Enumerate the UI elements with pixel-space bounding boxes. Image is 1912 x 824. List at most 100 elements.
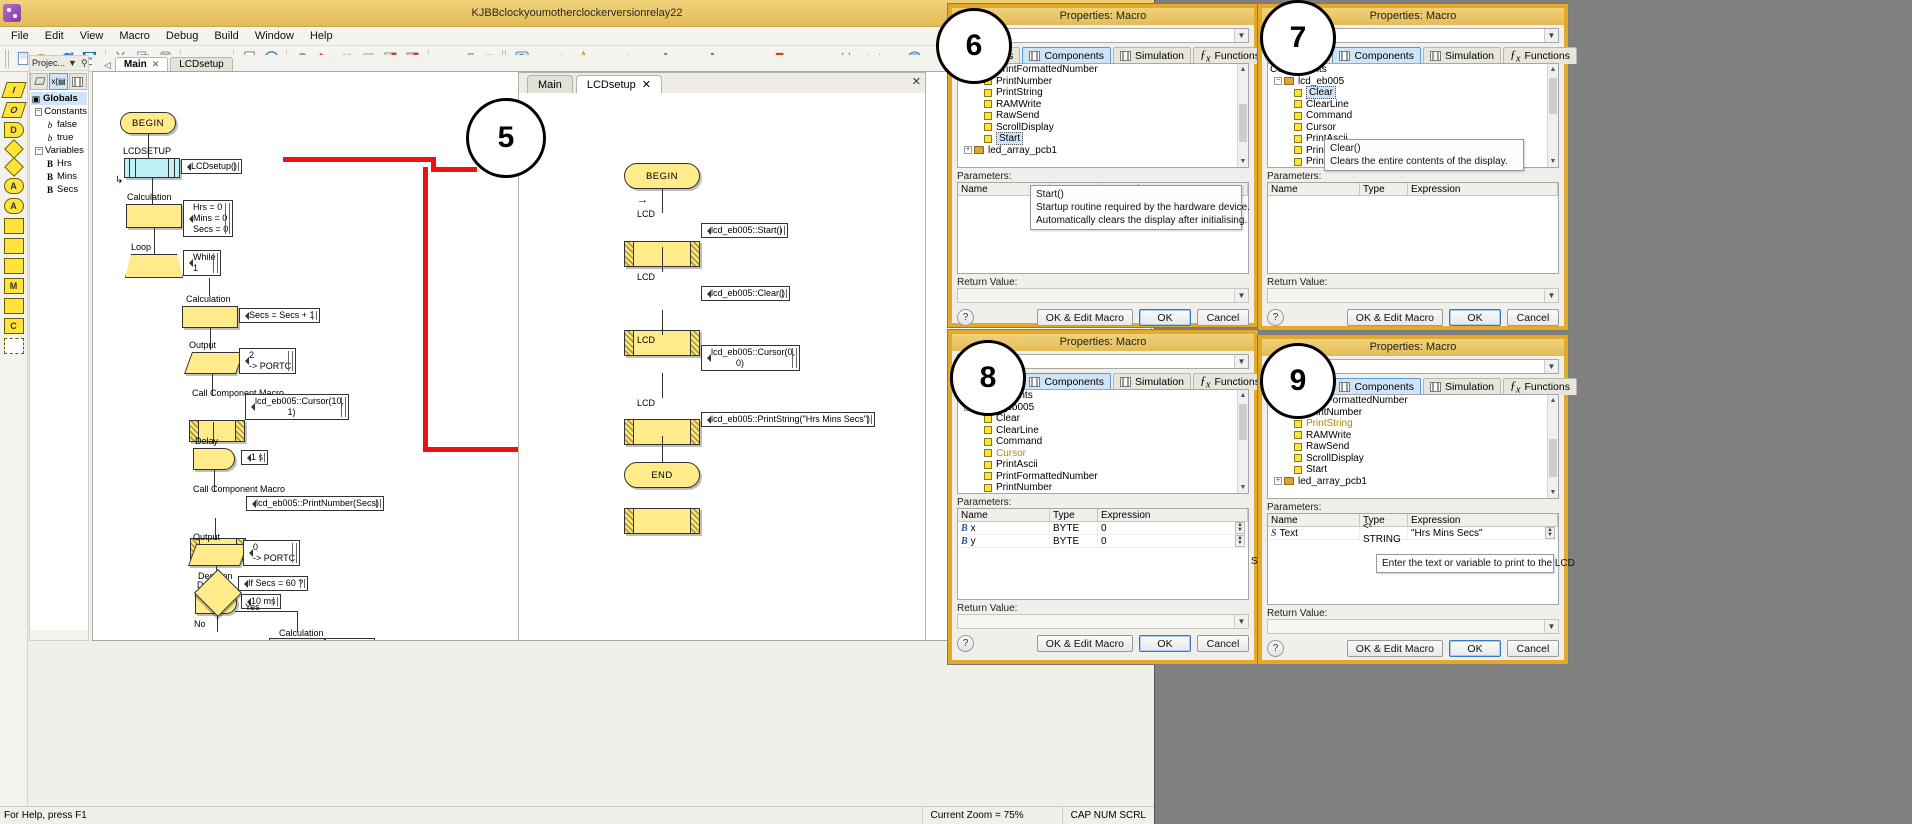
tree-item[interactable]: PrintString	[958, 87, 1248, 99]
tab-functions[interactable]: ƒx Functions	[1503, 378, 1577, 396]
chevron-down-icon[interactable]: ▼	[1544, 289, 1558, 302]
cancel-button[interactable]: Cancel	[1507, 640, 1559, 657]
scroll-down-icon[interactable]: ▼	[1238, 482, 1248, 493]
tree-node-mins[interactable]: B Mins	[31, 170, 87, 183]
tree-item-highlighted[interactable]: Cursor	[958, 448, 1248, 460]
tree-item[interactable]: PrintNumber	[958, 482, 1248, 493]
components-tree[interactable]: PrintFormattedNumber PrintNumber PrintSt…	[957, 63, 1249, 168]
scrollbar-thumb[interactable]	[1239, 104, 1247, 142]
tree-item[interactable]: RawSend	[1268, 441, 1558, 453]
chevron-down-icon[interactable]: ▼	[1234, 355, 1248, 368]
cancel-button[interactable]: Cancel	[1197, 309, 1249, 326]
tree-item-selected[interactable]: Clear	[1268, 86, 1558, 100]
tree-item-highlighted[interactable]: PrintString	[1268, 418, 1558, 430]
parameters-grid[interactable]: Name Type Expression Bx BYTE 0 ▲ ▼ By BYT…	[957, 508, 1249, 600]
ok-button[interactable]: OK	[1139, 635, 1191, 652]
flow-call-macro-lcdsetup[interactable]	[124, 158, 180, 178]
flow-calculation-init[interactable]	[126, 204, 182, 228]
close-icon[interactable]: ✕	[642, 78, 651, 91]
rail-connection-point-a-icon[interactable]: A	[3, 178, 24, 194]
rail-interrupt-icon[interactable]: M	[3, 278, 24, 294]
pin-icon[interactable]: ⚲	[80, 58, 89, 69]
chevron-down-icon[interactable]: ▼	[1234, 289, 1248, 302]
tree-vertical-scrollbar[interactable]: ▲ ▼	[1547, 395, 1558, 498]
cancel-button[interactable]: Cancel	[1507, 309, 1559, 326]
scroll-up-icon[interactable]: ▲	[1548, 64, 1558, 75]
tab-functions[interactable]: ƒx Functions	[1193, 373, 1267, 391]
return-value-combo[interactable]: ▼	[1267, 288, 1559, 303]
return-value-combo[interactable]: ▼	[1267, 619, 1559, 634]
tree-node-variables[interactable]: − Variables	[31, 144, 87, 157]
flow-output-portc-2[interactable]	[183, 352, 245, 374]
spinner-icon[interactable]: ▲ ▼	[1235, 522, 1245, 534]
help-icon[interactable]: ?	[1267, 309, 1284, 326]
tree-item[interactable]: PrintFormattedNumber	[958, 471, 1248, 483]
return-value-combo[interactable]: ▼	[957, 288, 1249, 303]
expand-box-icon[interactable]: +	[964, 146, 972, 155]
panel-tab-components[interactable]	[68, 73, 87, 90]
document-tab-lcdsetup[interactable]: LCDsetup	[170, 57, 233, 71]
parameter-expression[interactable]: 0	[1101, 522, 1107, 535]
menu-edit[interactable]: Edit	[37, 28, 72, 44]
rail-comment-icon[interactable]	[3, 338, 24, 354]
lcd-flow-macro-printstring[interactable]	[624, 508, 700, 534]
flow-loop-while[interactable]	[125, 254, 183, 278]
rail-macro-icon[interactable]	[3, 298, 24, 314]
scrollbar-thumb[interactable]	[1239, 404, 1247, 440]
panel-tab-variables[interactable]: x{▤	[49, 73, 68, 90]
parameter-expression[interactable]: "Hrs Mins Secs"	[1411, 527, 1483, 540]
tab-components[interactable]: Components	[1022, 373, 1111, 390]
tree-item[interactable]: + led_array_pcb1	[1268, 476, 1558, 488]
toolbar-grip[interactable]	[5, 49, 10, 68]
flow-delay-1s[interactable]	[193, 448, 235, 470]
tree-vertical-scrollbar[interactable]: ▲ ▼	[1237, 64, 1248, 167]
parameter-expression[interactable]: 0	[1101, 535, 1107, 548]
menu-view[interactable]: View	[72, 28, 112, 44]
tree-item[interactable]: + led_array_pcb1	[958, 145, 1248, 157]
tree-node-constants[interactable]: − Constants	[31, 105, 87, 118]
ok-edit-macro-button[interactable]: OK & Edit Macro	[1036, 309, 1133, 326]
panel-tab-chart[interactable]	[30, 73, 49, 90]
tab-prev-icon[interactable]: ◁	[104, 60, 111, 71]
subwin-close-icon[interactable]: ✕	[912, 75, 921, 88]
ok-edit-macro-button[interactable]: OK & Edit Macro	[1346, 309, 1443, 326]
tab-simulation[interactable]: Simulation	[1112, 373, 1192, 390]
flow-calculation-reset[interactable]	[269, 638, 325, 640]
rail-component-macro-icon[interactable]: C	[3, 318, 24, 334]
help-icon[interactable]: ?	[1267, 640, 1284, 657]
scroll-up-icon[interactable]: ▲	[1238, 64, 1248, 75]
tab-simulation[interactable]: Simulation	[1112, 47, 1192, 64]
tree-item[interactable]: Start	[1268, 464, 1558, 476]
menu-macro[interactable]: Macro	[111, 28, 158, 44]
tree-node-false[interactable]: b false	[31, 118, 87, 131]
flow-begin-terminal[interactable]: BEGIN	[120, 112, 176, 134]
parameter-row[interactable]: By BYTE 0 ▲ ▼	[958, 535, 1248, 548]
chevron-down-icon[interactable]: ▼	[1544, 360, 1558, 373]
spinner-icon[interactable]: ▲ ▼	[1235, 535, 1245, 547]
help-icon[interactable]: ?	[957, 309, 974, 326]
tree-vertical-scrollbar[interactable]: ▲ ▼	[1547, 64, 1558, 167]
close-icon[interactable]: ✕	[152, 59, 160, 70]
tree-item[interactable]: Clear	[958, 413, 1248, 425]
tree-node-true[interactable]: b true	[31, 131, 87, 144]
tab-components[interactable]: Components	[1332, 47, 1421, 64]
parameters-grid[interactable]: Name Type Expression S Text <- STRING "Hr…	[1267, 513, 1575, 605]
menu-window[interactable]: Window	[247, 28, 302, 44]
scroll-up-icon[interactable]: ▲	[1238, 390, 1248, 401]
return-value-combo[interactable]: ▼	[957, 614, 1249, 629]
tree-item[interactable]: RAMWrite	[1268, 430, 1558, 442]
tree-item[interactable]: ScrollDisplay	[1268, 453, 1558, 465]
tree-item[interactable]: Command	[1268, 110, 1558, 122]
parameters-grid[interactable]: Name Type Expression	[1267, 182, 1559, 274]
rail-delay-icon[interactable]: D	[3, 122, 24, 138]
tree-item[interactable]: Command	[958, 436, 1248, 448]
tree-item[interactable]: PrintAscii	[958, 459, 1248, 471]
help-icon[interactable]: ?	[957, 635, 974, 652]
tree-node-hrs[interactable]: B Hrs	[31, 157, 87, 170]
tree-item[interactable]: PrintNumber	[958, 76, 1248, 88]
cancel-button[interactable]: Cancel	[1197, 635, 1249, 652]
chevron-down-icon[interactable]: ▼	[1234, 615, 1248, 628]
chevron-down-icon[interactable]: ▼	[1544, 29, 1558, 42]
tree-vertical-scrollbar[interactable]: ▲ ▼	[1237, 390, 1248, 493]
menu-debug[interactable]: Debug	[158, 28, 206, 44]
